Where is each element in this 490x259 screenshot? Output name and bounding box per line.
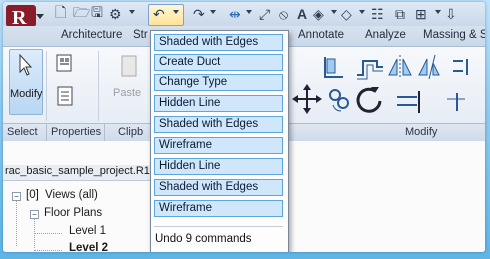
tree-line	[34, 214, 35, 248]
paste-icon[interactable]	[119, 53, 141, 81]
tab-massing-site[interactable]: Massing & Si	[423, 29, 485, 41]
views-icon: [0]	[26, 189, 39, 201]
undo-item[interactable]: Wireframe	[154, 137, 283, 154]
panel-properties[interactable]: Properties	[51, 126, 101, 138]
paste-label[interactable]: Paste	[113, 87, 141, 99]
undo-item[interactable]: Hidden Line	[154, 158, 283, 175]
tree-line	[16, 196, 17, 246]
cursor-icon	[19, 53, 33, 76]
quick-access-toolbar: R 🗋 🗁 🖫 ⚙ ↶ ↷ ⇹ ⤢ ⦸ A ◈ ◇ ☷ ⧉ ⊞ ⇩	[3, 2, 485, 29]
thin-lines-icon[interactable]: ☷	[371, 6, 384, 22]
panel-clipboard[interactable]: Clipb	[118, 126, 143, 138]
separator	[154, 226, 283, 227]
sync-dropdown-icon[interactable]	[129, 10, 135, 14]
undo-history-dropdown: Shaded with Edges Create Duct Change Typ…	[150, 30, 289, 252]
tab-analyze[interactable]: Analyze	[365, 29, 406, 41]
mirror-pick-axis-icon[interactable]	[388, 55, 412, 79]
3d-view-dropdown-icon[interactable]	[331, 10, 337, 14]
modify-tools-group	[292, 54, 468, 114]
redo-dropdown-icon[interactable]	[210, 10, 216, 14]
modify-label: Modify	[10, 88, 43, 100]
panel-select[interactable]: Select	[7, 126, 38, 138]
separator	[46, 124, 47, 141]
tree-line	[34, 250, 62, 251]
undo-item[interactable]: Shaded with Edges	[154, 116, 283, 133]
measure-icon[interactable]: ⇹	[229, 6, 241, 22]
switch-windows-icon[interactable]: ⊞	[415, 6, 427, 22]
new-file-icon[interactable]: 🗋	[55, 4, 66, 22]
separator	[98, 51, 99, 121]
undo-item[interactable]: Change Type	[154, 74, 283, 91]
window-frame: R 🗋 🗁 🖫 ⚙ ↶ ↷ ⇹ ⤢ ⦸ A ◈ ◇ ☷ ⧉ ⊞ ⇩ Archit…	[0, 0, 490, 259]
undo-icon[interactable]: ↶	[153, 6, 165, 22]
undo-item[interactable]: Shaded with Edges	[154, 179, 283, 196]
redo-icon[interactable]: ↷	[193, 6, 205, 22]
trim-multiple-icon[interactable]	[447, 93, 465, 111]
undo-dropdown-icon[interactable]	[173, 10, 179, 14]
tab-architecture[interactable]: Architecture	[61, 29, 122, 41]
type-properties-icon[interactable]	[55, 53, 77, 75]
aligned-dimension-icon[interactable]: ⤢	[259, 6, 270, 22]
tree-item-level-2[interactable]: Level 2	[69, 242, 108, 252]
mirror-draw-axis-icon[interactable]	[418, 54, 440, 80]
collapse-icon[interactable]: −	[30, 210, 39, 219]
separator	[104, 124, 105, 141]
copy-icon[interactable]	[329, 89, 349, 112]
3d-view-icon[interactable]: ◈	[313, 6, 324, 22]
tree-root-views[interactable]: Views (all)	[45, 189, 98, 201]
undo-count-label: Undo 9 commands	[155, 233, 252, 245]
section-dropdown-icon[interactable]	[359, 10, 365, 14]
open-folder-icon[interactable]: 🗁	[73, 4, 90, 22]
tag-icon[interactable]: ⦸	[279, 6, 288, 22]
properties-icon[interactable]	[55, 85, 77, 107]
split-icon[interactable]	[453, 59, 468, 75]
tree-floor-plans[interactable]: Floor Plans	[44, 207, 102, 219]
tree-item-level-1[interactable]: Level 1	[69, 225, 106, 237]
collapse-icon[interactable]: −	[12, 192, 21, 201]
trim-extend-icon[interactable]	[397, 91, 420, 113]
tab-annotate[interactable]: Annotate	[298, 29, 344, 41]
undo-item[interactable]: Shaded with Edges	[154, 34, 283, 51]
modify-button[interactable]: Modify	[9, 49, 43, 115]
undo-item[interactable]: Create Duct	[154, 54, 283, 71]
sync-icon[interactable]: ⚙	[109, 6, 122, 22]
switch-windows-dropdown-icon[interactable]	[435, 10, 441, 14]
move-icon[interactable]	[292, 84, 322, 114]
section-icon[interactable]: ◇	[341, 6, 352, 22]
customize-toolbar-icon[interactable]: ⇩	[445, 6, 457, 22]
revit-window: R 🗋 🗁 🖫 ⚙ ↶ ↷ ⇹ ⤢ ⦸ A ◈ ◇ ☷ ⧉ ⊞ ⇩ Archit…	[3, 2, 485, 252]
rotate-icon[interactable]	[356, 87, 382, 113]
text-icon[interactable]: A	[297, 6, 307, 22]
save-icon[interactable]: 🖫	[91, 4, 103, 22]
undo-item[interactable]: Wireframe	[154, 200, 283, 217]
tree-line	[34, 233, 62, 234]
tab-structure[interactable]: Str	[133, 29, 148, 41]
undo-item[interactable]: Hidden Line	[154, 95, 283, 112]
separator	[46, 51, 47, 121]
close-hidden-icon[interactable]: ⧉	[395, 6, 405, 22]
measure-dropdown-icon[interactable]	[246, 10, 252, 14]
offset-icon[interactable]	[357, 60, 383, 80]
align-icon[interactable]	[324, 57, 343, 78]
panel-modify[interactable]: Modify	[405, 126, 437, 138]
